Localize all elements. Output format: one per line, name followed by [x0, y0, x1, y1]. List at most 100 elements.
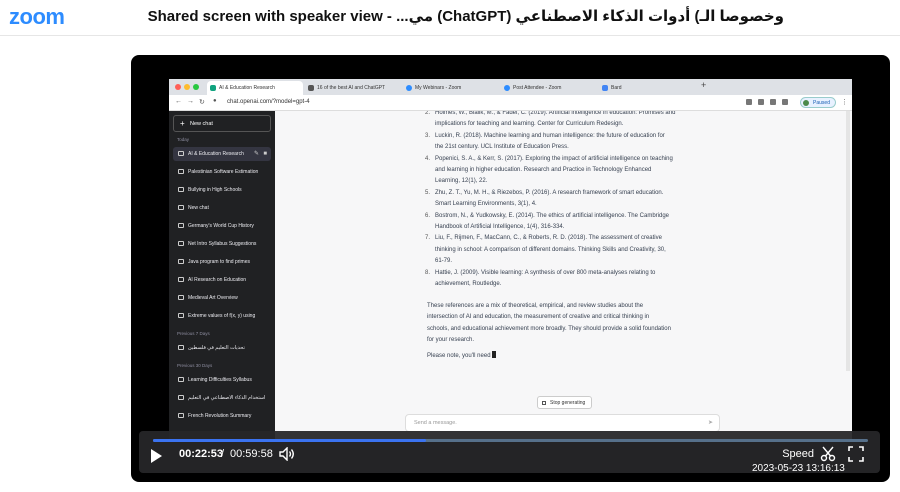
clip-scissors-icon[interactable] [820, 446, 836, 462]
browser-tab-best-ai: 16 of the best AI and ChatGPT [305, 81, 401, 95]
sidebar-item-label: Germany's World Cup History [188, 223, 254, 229]
chatgpt-favicon-icon [210, 85, 216, 91]
share-icon [746, 99, 752, 105]
recording-title: Shared screen with speaker view - ...مي … [147, 8, 784, 25]
sidebar-item-label: استخدام الذكاء الاصطناعي في التعليم [188, 395, 266, 401]
time-separator: / [221, 448, 225, 460]
more-options-icon: ⋮ [841, 99, 848, 106]
sidebar-section-today: Today [177, 137, 190, 142]
chat-sidebar: + New chat Today AI & Education Research… [169, 111, 275, 439]
reference-line: thinking in school: A comparison of diff… [435, 246, 666, 253]
reference-list: 2. Holmes, W., Bialik, M., & Fadel, C. (2… [425, 111, 695, 291]
chat-bubble-icon [178, 205, 184, 210]
summary-line: intersection of AI and education, the me… [427, 314, 650, 321]
fullscreen-icon[interactable] [848, 446, 864, 462]
sidebar-item-label: Palestinian Software Estimation [188, 169, 259, 175]
browser-tab-ai-education: AI & Education Research [207, 81, 303, 95]
tab-label: 16 of the best AI and ChatGPT [317, 85, 386, 91]
reference-number: 3. [425, 132, 431, 139]
progress-bar[interactable] [153, 439, 868, 442]
extensions-icon [770, 99, 776, 105]
reference-line: Smart Learning Environments, 3(1), 4. [435, 201, 537, 208]
reference-item: 8. Hattie, J. (2009). Visible learning: A… [425, 268, 695, 291]
zoom-header: zoom Shared screen with speaker view - .… [0, 0, 900, 36]
paused-label: Paused [813, 100, 830, 106]
back-icon: ← [175, 98, 182, 105]
forward-icon: → [187, 98, 194, 105]
reference-line: achievement, Routledge. [435, 281, 502, 288]
new-chat-label: New chat [190, 121, 213, 127]
reload-icon: ↻ [199, 99, 205, 106]
sidebar-item-label: Net Intro Syllabus Suggestions [188, 241, 257, 247]
speed-button[interactable]: Speed [782, 448, 814, 460]
sidebar-item: AI Research on Education [173, 273, 271, 287]
reference-line: implications for teaching and learning. … [435, 121, 624, 128]
plus-icon: + [180, 119, 185, 128]
reference-line: Liu, F., Rijmen, F., MacCann, C., & Robe… [435, 235, 662, 242]
chat-bubble-icon [178, 395, 184, 400]
sidebar-toggle-icon [782, 99, 788, 105]
chat-bubble-icon [178, 259, 184, 264]
zoom-logo[interactable]: zoom [9, 4, 65, 30]
sidebar-item-label: French Revolution Summary [188, 413, 252, 419]
tab-label: Bard [611, 85, 622, 91]
reference-line: and learning in higher education. Resear… [435, 167, 652, 174]
reference-item: 7. Liu, F., Rijmen, F., MacCann, C., & Ro… [425, 233, 695, 267]
reference-number: 6. [425, 212, 431, 219]
sidebar-item: New chat [173, 201, 271, 215]
chat-bubble-icon [178, 377, 184, 382]
send-icon: ➤ [707, 420, 713, 426]
summary-line: These references are a mix of theoretica… [427, 303, 644, 309]
summary-line: for your research. [427, 337, 475, 344]
sidebar-item-label: Bullying in High Schools [188, 187, 242, 193]
lock-icon: ● [213, 98, 217, 104]
maximize-window-icon [193, 84, 199, 90]
reference-line: Handbook of Artificial Intelligence, 1(4… [435, 224, 565, 231]
message-placeholder: Send a message. [414, 420, 457, 426]
sidebar-item: Bullying in High Schools [173, 183, 271, 197]
trash-icon: ■ [263, 151, 267, 157]
chat-bubble-icon [178, 313, 184, 318]
sidebar-item-ai-education: AI & Education Research ✎ ■ [173, 147, 271, 161]
minimize-window-icon [184, 84, 190, 90]
browser-tab-bard: Bard [599, 81, 695, 95]
chat-scrollbar [846, 111, 850, 371]
sidebar-item: Extreme values of f(x, y) using [173, 309, 271, 323]
close-window-icon [175, 84, 181, 90]
video-timestamp: 2023-05-23 13:16:13 [752, 463, 845, 474]
sidebar-item-label: Java program to find primes [188, 259, 250, 265]
edit-icon: ✎ [253, 151, 259, 157]
sidebar-section-previous-7: Previous 7 Days [177, 331, 210, 336]
address-bar: ← → ↻ ● chat.openai.com/?model=gpt-4 Pau… [169, 95, 852, 111]
sidebar-item: Medieval Art Overview [173, 291, 271, 305]
reference-line: Bostrom, N., & Yudkowsky, E. (2014). The… [435, 212, 669, 219]
zoom-favicon-icon [504, 85, 510, 91]
tab-label: Post Attendee - Zoom [513, 85, 562, 91]
new-chat-button: + New chat [173, 115, 271, 132]
sidebar-item-label: New chat [188, 205, 209, 211]
reference-line: Learning, 12(1), 22. [435, 178, 488, 185]
sidebar-item: Net Intro Syllabus Suggestions [173, 237, 271, 251]
sidebar-item-label: AI & Education Research [188, 151, 244, 157]
sidebar-item: استخدام الذكاء الاصطناعي في التعليم [173, 391, 271, 405]
sidebar-section-previous-30: Previous 30 Days [177, 363, 213, 368]
stop-icon [542, 401, 546, 405]
reference-item: 2. Holmes, W., Bialik, M., & Fadel, C. (2… [425, 111, 695, 131]
bard-favicon-icon [602, 85, 608, 91]
browser-tab-webinars: My Webinars - Zoom [403, 81, 499, 95]
shared-screen-browser: AI & Education Research 16 of the best A… [169, 79, 852, 439]
new-tab-icon: + [701, 80, 707, 90]
reference-number: 7. [425, 235, 431, 242]
reference-line: Popenici, S. A., & Kerr, S. (2017). Expl… [435, 155, 673, 162]
chat-main: 2. Holmes, W., Bialik, M., & Fadel, C. (2… [275, 111, 852, 439]
volume-icon[interactable] [279, 447, 295, 461]
partial-text: Please note, you'll need [427, 353, 491, 359]
chat-bubble-icon [178, 151, 184, 156]
sidebar-item-label: AI Research on Education [188, 277, 247, 283]
video-player[interactable]: AI & Education Research 16 of the best A… [131, 55, 890, 482]
reference-line: the 21st century. UCL Institute of Educa… [435, 144, 569, 151]
play-button[interactable] [151, 449, 162, 463]
sidebar-item-label: Extreme values of f(x, y) using [188, 313, 256, 319]
sidebar-item: تحديات التعليم في فلسطين [173, 341, 271, 355]
chat-bubble-icon [178, 241, 184, 246]
